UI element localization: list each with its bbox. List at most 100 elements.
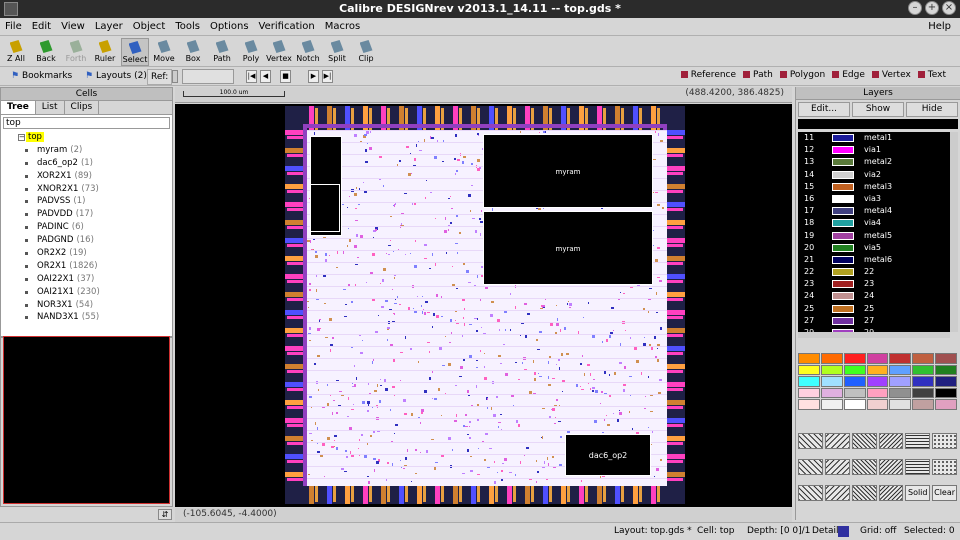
menu-view[interactable]: View xyxy=(56,19,90,35)
palette-color-swatch[interactable] xyxy=(912,364,935,375)
palette-color-swatch[interactable] xyxy=(912,353,935,364)
layer-row-24[interactable]: 24 24 xyxy=(798,290,950,302)
cell-item-padinc[interactable]: PADINC (6) xyxy=(1,221,172,234)
palette-color-swatch[interactable] xyxy=(889,353,912,364)
layer-row-23[interactable]: 23 23 xyxy=(798,278,950,290)
palette-color-swatch[interactable] xyxy=(935,364,957,375)
menu-verification[interactable]: Verification xyxy=(254,19,320,35)
layer-hide-button[interactable]: Hide xyxy=(906,102,958,117)
layer-row-17[interactable]: 17 metal4 xyxy=(798,205,950,217)
palette-color-swatch[interactable] xyxy=(935,399,957,410)
palette-color-swatch[interactable] xyxy=(866,353,889,364)
palette-color-swatch[interactable] xyxy=(935,353,957,364)
fill-pattern-swatch[interactable] xyxy=(851,485,877,501)
layer-row-20[interactable]: 20 via5 xyxy=(798,242,950,254)
filter-polygon[interactable]: Polygon xyxy=(779,70,825,80)
fill-pattern-swatch[interactable] xyxy=(824,485,850,501)
minimize-icon[interactable]: – xyxy=(908,1,922,15)
cell-item-nand3x1[interactable]: NAND3X1 (55) xyxy=(1,311,172,324)
layer-row-18[interactable]: 18 via4 xyxy=(798,217,950,229)
ref-input[interactable] xyxy=(182,69,234,84)
layer-row-27[interactable]: 27 27 xyxy=(798,315,950,327)
menu-layer[interactable]: Layer xyxy=(90,19,128,35)
tool-z-all[interactable]: Z All xyxy=(2,38,30,66)
palette-color-swatch[interactable] xyxy=(912,399,935,410)
block-myram-1[interactable]: myram xyxy=(483,134,653,208)
detail-icon[interactable] xyxy=(838,526,849,537)
cell-item-nor3x1[interactable]: NOR3X1 (54) xyxy=(1,299,172,312)
palette-color-swatch[interactable] xyxy=(935,387,957,398)
palette-color-swatch[interactable] xyxy=(866,387,889,398)
palette-color-swatch[interactable] xyxy=(889,399,912,410)
tree-root-top[interactable]: − top xyxy=(1,131,172,144)
palette-color-swatch[interactable] xyxy=(820,364,843,375)
cell-item-oai21x1[interactable]: OAI21X1 (230) xyxy=(1,286,172,299)
tool-clip[interactable]: Clip xyxy=(352,38,380,66)
palette-color-swatch[interactable] xyxy=(820,376,843,387)
layer-row-25[interactable]: 25 25 xyxy=(798,303,950,315)
tool-ruler[interactable]: Ruler xyxy=(91,38,119,66)
fill-pattern-swatch[interactable] xyxy=(824,433,850,449)
cells-tab-list[interactable]: List xyxy=(36,101,65,114)
fill-pattern-swatch[interactable] xyxy=(932,433,957,449)
cell-item-or2x1[interactable]: OR2X1 (1826) xyxy=(1,260,172,273)
palette-color-swatch[interactable] xyxy=(798,399,820,410)
collapse-icon[interactable]: − xyxy=(18,134,25,141)
layer-edit-button[interactable]: Edit... xyxy=(798,102,850,117)
filter-path[interactable]: Path xyxy=(743,70,773,80)
tool-back[interactable]: Back xyxy=(32,38,60,66)
layer-list-scrollbar[interactable] xyxy=(950,132,958,332)
block-myram-2[interactable]: myram xyxy=(483,211,653,285)
fill-pattern-swatch[interactable] xyxy=(851,459,877,475)
menu-edit[interactable]: Edit xyxy=(27,19,56,35)
ref-nav-button-1[interactable]: ◀ xyxy=(260,70,271,83)
layer-row-19[interactable]: 19 metal5 xyxy=(798,230,950,242)
palette-color-swatch[interactable] xyxy=(820,399,843,410)
bookmarks-button[interactable]: ⚑ Bookmarks xyxy=(8,69,75,85)
tool-notch[interactable]: Notch xyxy=(294,38,322,66)
palette-color-swatch[interactable] xyxy=(912,387,935,398)
filter-text[interactable]: Text xyxy=(917,70,946,80)
palette-color-swatch[interactable] xyxy=(866,364,889,375)
cell-item-xor2x1[interactable]: XOR2X1 (89) xyxy=(1,170,172,183)
palette-color-swatch[interactable] xyxy=(889,387,912,398)
cell-item-oai22x1[interactable]: OAI22X1 (37) xyxy=(1,273,172,286)
palette-color-swatch[interactable] xyxy=(889,364,912,375)
cell-item-myram[interactable]: myram (2) xyxy=(1,144,172,157)
fill-pattern-swatch[interactable] xyxy=(905,433,931,449)
fill-pattern-swatch[interactable] xyxy=(932,459,957,475)
fill-pattern-swatch[interactable] xyxy=(798,433,823,449)
tool-path[interactable]: Path xyxy=(208,38,236,66)
cell-item-dac6_op2[interactable]: dac6_op2 (1) xyxy=(1,157,172,170)
cells-tab-clips[interactable]: Clips xyxy=(65,101,100,114)
layout-canvas[interactable]: myram myram dac6_op2 xyxy=(175,104,792,507)
solid-button[interactable]: Solid xyxy=(905,485,931,501)
preview-toggle-icon[interactable]: ⇵ xyxy=(158,509,172,520)
block-dac6-op2[interactable]: dac6_op2 xyxy=(565,434,651,476)
ref-nav-button-2[interactable]: ■ xyxy=(280,70,291,83)
tool-forth[interactable]: Forth xyxy=(62,38,90,66)
palette-color-swatch[interactable] xyxy=(798,376,820,387)
palette-color-swatch[interactable] xyxy=(820,353,843,364)
menu-help[interactable]: Help xyxy=(923,19,956,35)
tool-vertex[interactable]: Vertex xyxy=(265,38,293,66)
cells-tab-tree[interactable]: Tree xyxy=(1,101,36,114)
fill-pattern-swatch[interactable] xyxy=(824,459,850,475)
palette-color-swatch[interactable] xyxy=(843,364,866,375)
tool-select[interactable]: Select xyxy=(121,38,149,66)
cell-item-padgnd[interactable]: PADGND (16) xyxy=(1,234,172,247)
palette-color-swatch[interactable] xyxy=(843,387,866,398)
cell-item-xnor2x1[interactable]: XNOR2X1 (73) xyxy=(1,183,172,196)
fill-pattern-swatch[interactable] xyxy=(798,485,823,501)
layer-row-11[interactable]: 11 metal1 xyxy=(798,132,950,144)
cell-item-padvdd[interactable]: PADVDD (17) xyxy=(1,208,172,221)
palette-color-swatch[interactable] xyxy=(912,376,935,387)
menu-macros[interactable]: Macros xyxy=(320,19,365,35)
fill-pattern-swatch[interactable] xyxy=(905,459,931,475)
layer-row-16[interactable]: 16 via3 xyxy=(798,193,950,205)
tool-box[interactable]: Box xyxy=(179,38,207,66)
menu-file[interactable]: File xyxy=(0,19,27,35)
clear-button[interactable]: Clear xyxy=(932,485,957,501)
tool-move[interactable]: Move xyxy=(150,38,178,66)
ref-dropdown-arrow-icon[interactable] xyxy=(172,70,178,83)
